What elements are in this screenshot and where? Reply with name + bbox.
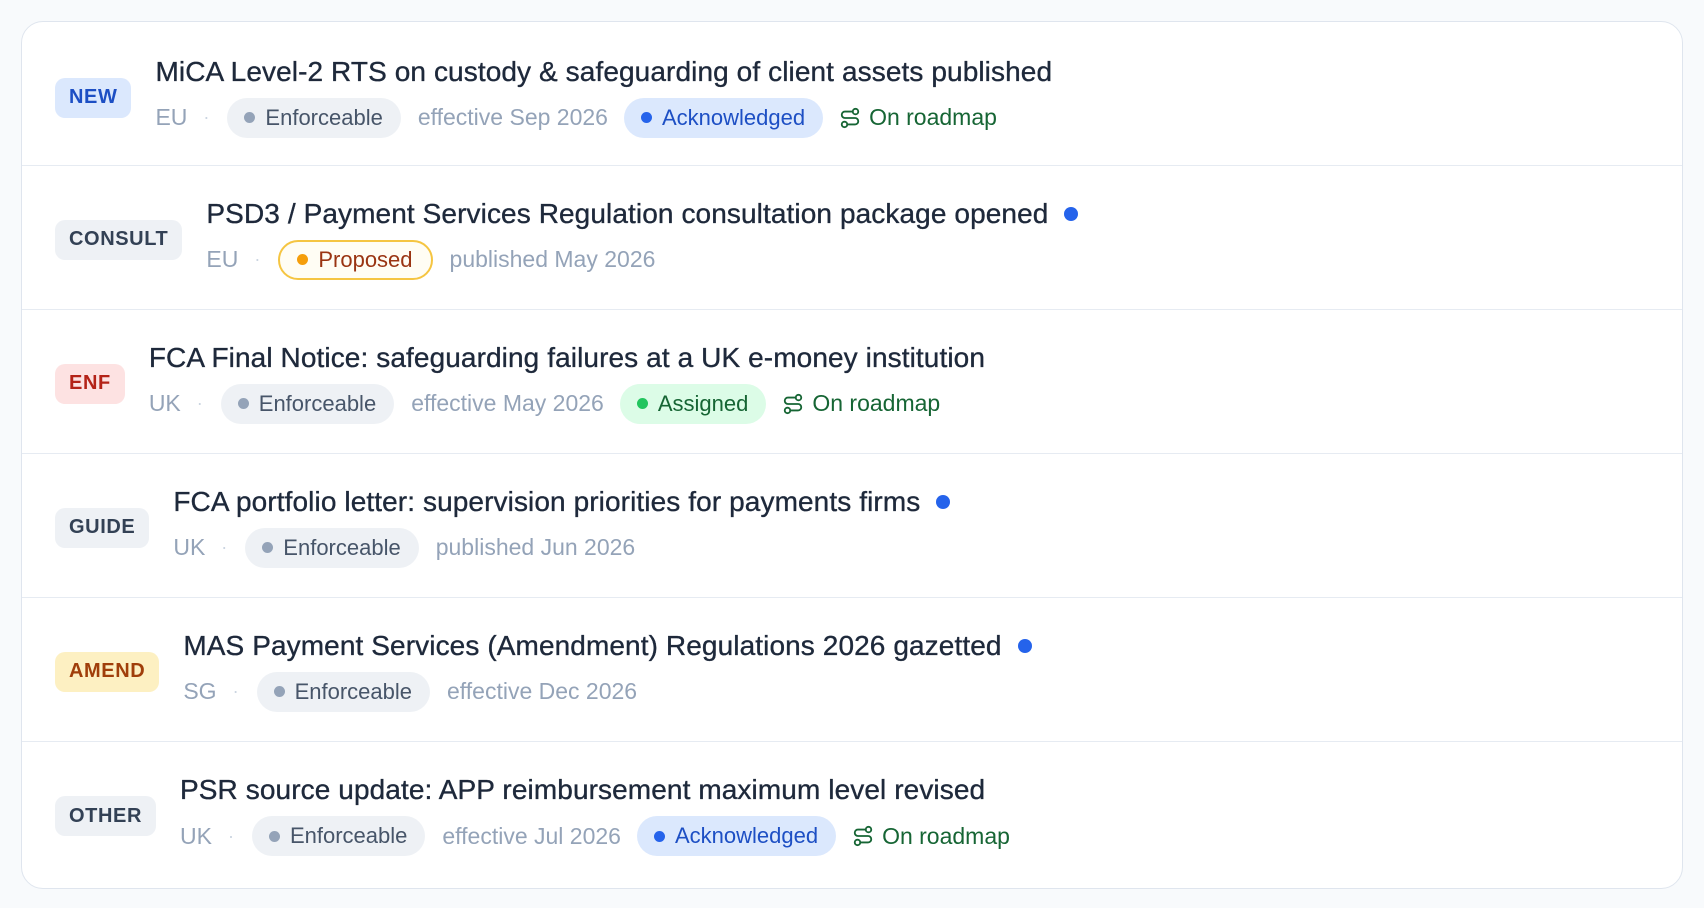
workflow-dot-icon [653, 830, 665, 842]
feed-item-content: FCA portfolio letter: supervision priori… [173, 484, 951, 568]
status-badge-label: Proposed [318, 246, 413, 272]
status-badge-label: Enforceable [289, 823, 408, 848]
status-dot-icon [273, 686, 285, 697]
feed-item-title[interactable]: FCA Final Notice: safeguarding failures … [149, 340, 985, 376]
workflow-badge-acknowledged[interactable]: Acknowledged [636, 816, 837, 856]
feed-item-title-text: FCA portfolio letter: supervision priori… [173, 485, 921, 517]
region-label: UK [173, 534, 206, 560]
feed-item-title[interactable]: PSR source update: APP reimbursement max… [180, 772, 1010, 808]
tag-badge-new: NEW [55, 77, 132, 118]
feed-item[interactable]: ENF FCA Final Notice: safeguarding failu… [22, 310, 1682, 454]
status-dot-icon [268, 830, 280, 842]
unread-dot-icon [1017, 638, 1032, 653]
meta-separator: · [196, 393, 203, 413]
feed-item-title-text: PSR source update: APP reimbursement max… [180, 774, 986, 805]
unread-dot-icon [1064, 206, 1079, 221]
meta-separator: · [203, 107, 210, 127]
roadmap-route-icon [840, 107, 860, 128]
feed-item-title[interactable]: MAS Payment Services (Amendment) Regulat… [183, 628, 1032, 664]
status-dot-icon [237, 398, 249, 409]
date-label: published May 2026 [449, 246, 656, 272]
tag-badge-enf: ENF [55, 363, 125, 404]
workflow-badge-label: Assigned [657, 390, 749, 416]
date-label: effective Dec 2026 [447, 678, 638, 704]
feed-item-meta: UK · Enforceable effective May 2026 Assi… [148, 383, 985, 424]
feed-item-meta: UK · Enforceable published Jun 2026 [173, 527, 950, 568]
workflow-badge-acknowledged[interactable]: Acknowledged [623, 97, 824, 138]
region-label: UK [180, 822, 212, 849]
feed-item[interactable]: GUIDE FCA portfolio letter: supervision … [22, 454, 1682, 598]
region-label: EU [155, 104, 188, 130]
roadmap-route-icon [784, 393, 803, 414]
feed-item-meta: EU · Proposed published May 2026 [206, 239, 1078, 280]
status-badge-enforceable: Enforceable [220, 383, 395, 424]
feed-item-meta: UK · Enforceable effective Jul 2026 Ackn… [180, 816, 1010, 856]
roadmap-label: On roadmap [882, 822, 1010, 849]
roadmap-route-icon [853, 825, 873, 847]
date-label: effective Jul 2026 [442, 822, 621, 849]
status-badge-label: Enforceable [283, 534, 401, 560]
meta-separator: · [232, 681, 239, 701]
feed-item-meta: SG · Enforceable effective Dec 2026 [183, 671, 1031, 712]
date-label: published Jun 2026 [435, 534, 636, 560]
tag-badge-other: OTHER [55, 796, 156, 836]
workflow-dot-icon [636, 398, 648, 409]
status-dot-icon [262, 542, 274, 553]
feed-item-content: PSR source update: APP reimbursement max… [180, 772, 1010, 856]
status-badge-proposed: Proposed [278, 239, 433, 280]
meta-separator: · [221, 537, 228, 557]
workflow-badge-label: Acknowledged [674, 823, 819, 848]
feed-item-title-text: FCA Final Notice: safeguarding failures … [148, 341, 986, 373]
feed-item-content: PSD3 / Payment Services Regulation consu… [206, 196, 1079, 280]
meta-separator: · [227, 825, 234, 846]
status-badge-label: Enforceable [258, 390, 377, 416]
workflow-dot-icon [640, 112, 652, 123]
status-badge-enforceable: Enforceable [251, 816, 426, 856]
tag-badge-guide: GUIDE [55, 507, 150, 548]
feed-item-content: MiCA Level-2 RTS on custody & safeguardi… [155, 54, 1052, 138]
date-label: effective Sep 2026 [417, 104, 608, 130]
tag-badge-amend: AMEND [55, 651, 160, 692]
roadmap-link[interactable]: On roadmap [782, 390, 940, 417]
tag-badge-consult: CONSULT [55, 219, 183, 260]
status-badge-enforceable: Enforceable [227, 97, 401, 138]
feed-item-title[interactable]: MiCA Level-2 RTS on custody & safeguardi… [155, 54, 1052, 90]
regulatory-feed-card: NEW MiCA Level-2 RTS on custody & safegu… [21, 21, 1683, 889]
unread-dot-icon [936, 494, 951, 509]
date-label: effective May 2026 [411, 390, 604, 416]
status-dot-icon [297, 254, 309, 265]
workflow-badge-assigned[interactable]: Assigned [619, 383, 767, 424]
region-label: UK [148, 390, 181, 416]
feed-item-content: FCA Final Notice: safeguarding failures … [149, 340, 985, 424]
feed-item-content: MAS Payment Services (Amendment) Regulat… [183, 628, 1032, 712]
workflow-badge-label: Acknowledged [661, 104, 806, 130]
status-badge-enforceable: Enforceable [256, 671, 430, 712]
feed-item[interactable]: NEW MiCA Level-2 RTS on custody & safegu… [22, 22, 1682, 166]
roadmap-label: On roadmap [869, 104, 997, 130]
feed-item-title-text: PSD3 / Payment Services Regulation consu… [206, 197, 1049, 229]
status-badge-label: Enforceable [294, 678, 412, 704]
status-dot-icon [244, 112, 256, 123]
feed-item-title[interactable]: FCA portfolio letter: supervision priori… [173, 484, 951, 520]
feed-item[interactable]: OTHER PSR source update: APP reimburseme… [22, 742, 1682, 886]
region-label: SG [183, 678, 217, 704]
region-label: EU [206, 246, 239, 272]
feed-item[interactable]: CONSULT PSD3 / Payment Services Regulati… [22, 166, 1682, 310]
roadmap-link[interactable]: On roadmap [852, 823, 1010, 850]
feed-item-meta: EU · Enforceable effective Sep 2026 Ackn… [155, 97, 1052, 138]
feed-item-title-text: MAS Payment Services (Amendment) Regulat… [183, 629, 1002, 661]
roadmap-label: On roadmap [812, 390, 941, 416]
feed-item-title-text: MiCA Level-2 RTS on custody & safeguardi… [155, 55, 1053, 87]
meta-separator: · [254, 249, 261, 269]
status-badge-enforceable: Enforceable [245, 527, 419, 568]
status-badge-label: Enforceable [265, 104, 383, 130]
feed-item-title[interactable]: PSD3 / Payment Services Regulation consu… [206, 196, 1079, 232]
feed-item[interactable]: AMEND MAS Payment Services (Amendment) R… [22, 598, 1682, 742]
roadmap-link[interactable]: On roadmap [839, 104, 997, 131]
